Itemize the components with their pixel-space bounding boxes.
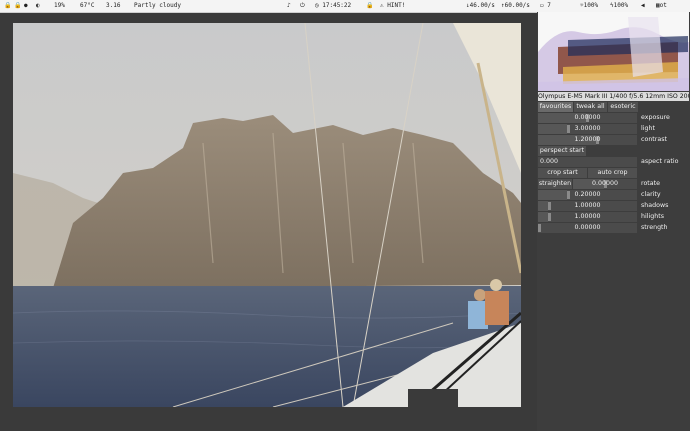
contrast-label: contrast bbox=[641, 136, 667, 143]
hilights-slider[interactable]: 1.00000 bbox=[538, 212, 637, 222]
app-text: ot bbox=[659, 2, 667, 9]
net-down-text: 46.00/s bbox=[469, 2, 495, 9]
lock-icon: 🔒 bbox=[4, 2, 12, 9]
brightness-text: 100% bbox=[583, 2, 599, 9]
strength-slider[interactable]: 0.00000 bbox=[538, 223, 637, 233]
contrast-slider[interactable]: 1.20000 bbox=[538, 135, 637, 145]
image-viewer[interactable] bbox=[13, 23, 521, 407]
aspect-ratio-value: 0.000 bbox=[540, 158, 559, 165]
clock-text: 17:45:22 bbox=[322, 2, 352, 9]
padlock-icon: 🔒 bbox=[366, 2, 374, 9]
battery-status: 19% bbox=[54, 2, 65, 9]
net-down: ↓46.00/s bbox=[466, 0, 495, 12]
tab-tweak-all[interactable]: tweak all bbox=[574, 102, 607, 112]
battery-2: ϟ100% bbox=[610, 0, 628, 12]
clock-icon: ◷ bbox=[315, 2, 319, 9]
shadows-slider[interactable]: 1.00000 bbox=[538, 201, 637, 211]
clock: ◷ 17:45:22 bbox=[315, 0, 351, 12]
rotate-value: 0.00000 bbox=[591, 180, 619, 187]
rotate-label: rotate bbox=[641, 180, 660, 187]
edit-panel: Olympus E-M5 Mark III 1/400 f/5.6 12mm I… bbox=[537, 12, 690, 431]
speaker-icon: ◀ bbox=[641, 2, 645, 9]
histogram bbox=[538, 12, 689, 91]
crop-start-button[interactable]: crop start bbox=[538, 168, 587, 178]
strength-label: strength bbox=[641, 224, 668, 231]
tab-favourites[interactable]: favourites bbox=[538, 102, 573, 112]
rotate-slider[interactable]: 0.00000 bbox=[573, 179, 637, 189]
warning-icon: ⚠ bbox=[380, 2, 384, 9]
aspect-ratio-label: aspect ratio bbox=[641, 158, 679, 165]
straighten-button[interactable]: straighten bbox=[538, 179, 572, 189]
strength-value: 0.00000 bbox=[574, 224, 601, 231]
drop-icon: ● bbox=[24, 2, 28, 9]
aspect-ratio-input[interactable]: 0.000 bbox=[538, 157, 637, 167]
hint: ⚠ HINT! bbox=[380, 0, 405, 12]
folder-icon: ▭ bbox=[540, 2, 544, 9]
temperature: 67°C bbox=[80, 2, 95, 9]
battery-2-text: 100% bbox=[613, 2, 629, 9]
load-average: 3.16 bbox=[106, 2, 121, 9]
moon-icon: ◐ bbox=[36, 2, 40, 9]
camera-info: Olympus E-M5 Mark III 1/400 f/5.6 12mm I… bbox=[538, 92, 689, 101]
media-icon[interactable]: ♪ bbox=[287, 0, 291, 12]
exposure-value: 0.00000 bbox=[574, 114, 601, 121]
lock-icon-2: 🔒 bbox=[14, 2, 22, 9]
contrast-value: 1.20000 bbox=[574, 136, 601, 143]
exposure-slider[interactable]: 0.00000 bbox=[538, 113, 637, 123]
perspect-start-button[interactable]: perspect start bbox=[538, 146, 586, 156]
clarity-value: 0.20000 bbox=[574, 191, 601, 198]
weather: Partly cloudy bbox=[134, 2, 181, 9]
count-text: 7 bbox=[547, 2, 551, 9]
light-slider[interactable]: 3.00000 bbox=[538, 124, 637, 134]
auto-crop-button[interactable]: auto crop bbox=[588, 168, 637, 178]
app-indicator: ▦ot bbox=[656, 0, 667, 12]
clarity-label: clarity bbox=[641, 191, 661, 198]
count: ▭ 7 bbox=[540, 0, 551, 12]
exposure-label: exposure bbox=[641, 114, 670, 121]
net-up: ↑60.00/s bbox=[501, 0, 530, 12]
clarity-slider[interactable]: 0.20000 bbox=[538, 190, 637, 200]
hilights-label: hilights bbox=[641, 213, 664, 220]
hint-text: HINT! bbox=[387, 2, 406, 9]
shadows-value: 1.00000 bbox=[574, 202, 601, 209]
brightness: ☼100% bbox=[580, 0, 598, 12]
light-value: 3.00000 bbox=[574, 125, 601, 132]
tab-esoteric[interactable]: esoteric bbox=[608, 102, 638, 112]
power-icon[interactable]: ⏻ bbox=[300, 0, 305, 12]
photo bbox=[13, 23, 521, 407]
shadows-label: shadows bbox=[641, 202, 669, 209]
hilights-value: 1.00000 bbox=[574, 213, 601, 220]
net-up-text: 60.00/s bbox=[504, 2, 530, 9]
light-label: light bbox=[641, 125, 655, 132]
